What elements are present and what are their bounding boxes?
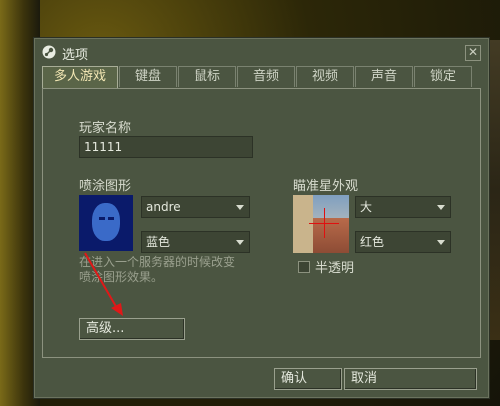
crosshair-label: 瞄准星外观: [293, 179, 359, 194]
crosshair-preview-image: [293, 195, 349, 253]
crosshair-color-select[interactable]: 红色: [355, 231, 451, 253]
title-bar[interactable]: 选项 ✕: [34, 38, 489, 64]
window-title: 选项: [62, 48, 89, 63]
red-arrow-annotation: [84, 252, 123, 316]
close-button[interactable]: ✕: [465, 45, 481, 61]
spray-logo-select[interactable]: andre: [141, 196, 250, 218]
crosshair-color-value: 红色: [360, 235, 385, 249]
steam-icon: [42, 45, 56, 59]
tab-video[interactable]: 视频: [296, 66, 354, 87]
spray-label: 喷涂图形: [79, 179, 132, 194]
spray-color-select[interactable]: 蓝色: [141, 231, 250, 253]
tab-multiplayer[interactable]: 多人游戏: [42, 66, 118, 89]
crosshair-size-value: 大: [360, 200, 373, 214]
tab-bar: 多人游戏 键盘 鼠标 音频 视频 声音 锁定: [42, 66, 473, 89]
tab-keyboard[interactable]: 键盘: [119, 66, 177, 87]
spray-preview-image: [79, 195, 133, 251]
translucent-checkbox[interactable]: [298, 261, 310, 273]
tab-sound[interactable]: 声音: [355, 66, 413, 87]
translucent-label: 半透明: [315, 261, 355, 276]
tab-lock[interactable]: 锁定: [414, 66, 472, 87]
cancel-button[interactable]: 取消: [344, 368, 477, 390]
tab-mouse[interactable]: 鼠标: [178, 66, 236, 87]
options-dialog: 选项 ✕ 多人游戏 键盘 鼠标 音频 视频 声音 锁定 玩家名称 11111 喷…: [33, 37, 490, 399]
advanced-button[interactable]: 高级...: [79, 318, 185, 340]
spray-logo-value: andre: [146, 200, 181, 214]
chevron-down-icon: [236, 205, 244, 210]
chevron-down-icon: [437, 205, 445, 210]
spray-color-value: 蓝色: [146, 235, 171, 249]
ok-button[interactable]: 确认: [274, 368, 342, 390]
player-name-label: 玩家名称: [79, 121, 132, 136]
tab-audio[interactable]: 音频: [237, 66, 295, 87]
crosshair-size-select[interactable]: 大: [355, 196, 451, 218]
player-name-input[interactable]: 11111: [79, 136, 253, 158]
chevron-down-icon: [437, 240, 445, 245]
chevron-down-icon: [236, 240, 244, 245]
